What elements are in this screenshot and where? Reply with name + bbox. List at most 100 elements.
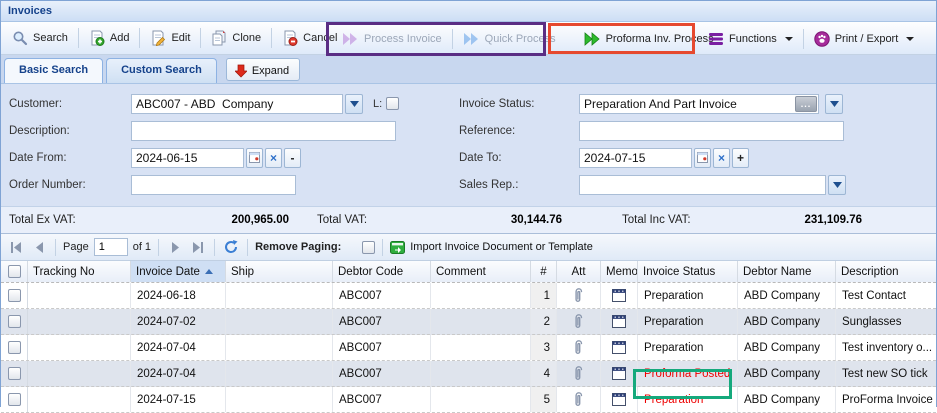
- invoice-status-cell: Proforma Posted: [638, 361, 738, 386]
- col-invoice-status[interactable]: Invoice Status: [638, 261, 738, 282]
- sales-rep-label: Sales Rep.:: [459, 179, 579, 191]
- description-input[interactable]: [131, 121, 396, 141]
- clone-button[interactable]: Clone: [204, 26, 268, 50]
- print-export-icon: [814, 31, 830, 47]
- sales-rep-input[interactable]: [579, 175, 826, 195]
- memo-icon[interactable]: [601, 335, 638, 360]
- totals-bar: Total Ex VAT: 200,965.00 Total VAT: 30,1…: [1, 206, 936, 234]
- row-number-cell: 3: [531, 335, 557, 360]
- page-number-input[interactable]: [94, 238, 128, 256]
- table-row[interactable]: 2024-07-02 ABC007 2 Preparation ABD Comp…: [1, 309, 936, 335]
- l-checkbox[interactable]: [386, 97, 399, 110]
- memo-icon[interactable]: [601, 309, 638, 334]
- col-tracking-no[interactable]: Tracking No: [28, 261, 131, 282]
- date-to-label: Date To:: [459, 152, 579, 164]
- col-debtor-name[interactable]: Debtor Name: [738, 261, 836, 282]
- select-all-checkbox[interactable]: [8, 265, 21, 278]
- customer-dropdown-button[interactable]: [345, 94, 363, 114]
- expand-arrow-icon: [235, 64, 247, 78]
- col-memo[interactable]: Memo: [601, 261, 638, 282]
- proforma-process-button[interactable]: Proforma Inv. Process: [577, 28, 721, 50]
- row-checkbox[interactable]: [8, 393, 21, 406]
- paging-toolbar: Page of 1 Remove Paging: Import Invoice …: [1, 234, 936, 261]
- search-button[interactable]: Search: [5, 26, 75, 50]
- add-button[interactable]: Add: [82, 26, 137, 50]
- ship-cell: [226, 335, 333, 360]
- row-checkbox[interactable]: [8, 341, 21, 354]
- invoice-status-cell: Preparation: [638, 283, 738, 308]
- process-invoice-button[interactable]: Process Invoice: [335, 28, 449, 50]
- customer-input[interactable]: [131, 94, 343, 114]
- invoice-status-dropdown-button[interactable]: [825, 94, 843, 114]
- functions-button[interactable]: Functions: [701, 28, 800, 50]
- last-page-button[interactable]: [189, 238, 207, 256]
- ship-cell: [226, 283, 333, 308]
- remove-paging-checkbox[interactable]: [362, 241, 375, 254]
- attachment-icon[interactable]: [557, 309, 601, 334]
- tracking-no-cell: [28, 387, 131, 412]
- attachment-icon[interactable]: [557, 335, 601, 360]
- date-to-plus-button[interactable]: +: [732, 148, 749, 168]
- table-row[interactable]: 2024-07-04 ABC007 4 Proforma Posted ABD …: [1, 361, 936, 387]
- prev-page-button[interactable]: [30, 238, 48, 256]
- row-checkbox[interactable]: [8, 367, 21, 380]
- date-from-minus-button[interactable]: -: [284, 148, 301, 168]
- toolbar-separator: [452, 29, 453, 49]
- tab-custom-search[interactable]: Custom Search: [106, 58, 217, 83]
- invoice-date-cell: 2024-07-02: [131, 309, 226, 334]
- expand-button[interactable]: Expand: [226, 58, 300, 81]
- total-ex-vat-label: Total Ex VAT:: [9, 214, 124, 226]
- date-from-clear-button[interactable]: ×: [265, 148, 282, 168]
- col-ship[interactable]: Ship: [226, 261, 333, 282]
- order-number-input[interactable]: [131, 175, 296, 195]
- invoice-date-cell: 2024-07-04: [131, 361, 226, 386]
- total-ex-vat-value: 200,965.00: [124, 214, 289, 226]
- table-row[interactable]: 2024-06-18 ABC007 1 Preparation ABD Comp…: [1, 283, 936, 309]
- col-number[interactable]: #: [531, 261, 557, 282]
- invoice-status-picker-button[interactable]: ...: [795, 96, 817, 112]
- process-button-group: Process Invoice Quick Process Proforma I…: [335, 25, 721, 52]
- memo-icon[interactable]: [601, 283, 638, 308]
- paging-separator: [382, 239, 383, 256]
- refresh-button[interactable]: [222, 238, 240, 256]
- tab-basic-search[interactable]: Basic Search: [4, 58, 103, 83]
- table-row[interactable]: 2024-07-15 ABC007 5 Preparation ABD Comp…: [1, 387, 936, 413]
- print-export-button[interactable]: Print / Export: [807, 27, 922, 51]
- attachment-icon[interactable]: [557, 361, 601, 386]
- col-comment[interactable]: Comment: [431, 261, 531, 282]
- date-to-clear-button[interactable]: ×: [713, 148, 730, 168]
- row-checkbox[interactable]: [8, 289, 21, 302]
- col-invoice-date[interactable]: Invoice Date: [131, 261, 226, 282]
- edit-button[interactable]: Edit: [143, 26, 197, 50]
- import-invoice-button[interactable]: Import Invoice Document or Template: [390, 241, 593, 254]
- date-from-input[interactable]: [131, 148, 244, 168]
- memo-icon[interactable]: [601, 387, 638, 412]
- debtor-code-cell: ABC007: [333, 387, 431, 412]
- paging-separator: [247, 239, 248, 256]
- col-att[interactable]: Att: [557, 261, 601, 282]
- col-debtor-code[interactable]: Debtor Code: [333, 261, 431, 282]
- date-from-calendar-button[interactable]: [246, 148, 263, 168]
- sort-asc-icon: [205, 269, 213, 274]
- col-description[interactable]: Description: [836, 261, 936, 282]
- next-page-button[interactable]: [166, 238, 184, 256]
- paging-separator: [214, 239, 215, 256]
- row-checkbox[interactable]: [8, 315, 21, 328]
- sales-rep-dropdown-button[interactable]: [828, 175, 846, 195]
- memo-icon[interactable]: [601, 361, 638, 386]
- reference-input[interactable]: [579, 121, 844, 141]
- invoice-date-cell: 2024-06-18: [131, 283, 226, 308]
- chevron-down-icon: [785, 37, 793, 41]
- invoice-status-input[interactable]: [579, 94, 819, 114]
- debtor-name-cell: ABD Company: [738, 387, 836, 412]
- table-row[interactable]: 2024-07-04 ABC007 3 Preparation ABD Comp…: [1, 335, 936, 361]
- debtor-name-cell: ABD Company: [738, 309, 836, 334]
- date-to-calendar-button[interactable]: [694, 148, 711, 168]
- first-page-button[interactable]: [7, 238, 25, 256]
- attachment-icon[interactable]: [557, 283, 601, 308]
- description-cell: Test Contact: [836, 283, 936, 308]
- quick-process-button[interactable]: Quick Process: [456, 28, 563, 50]
- attachment-icon[interactable]: [557, 387, 601, 412]
- ship-cell: [226, 387, 333, 412]
- date-to-input[interactable]: [579, 148, 692, 168]
